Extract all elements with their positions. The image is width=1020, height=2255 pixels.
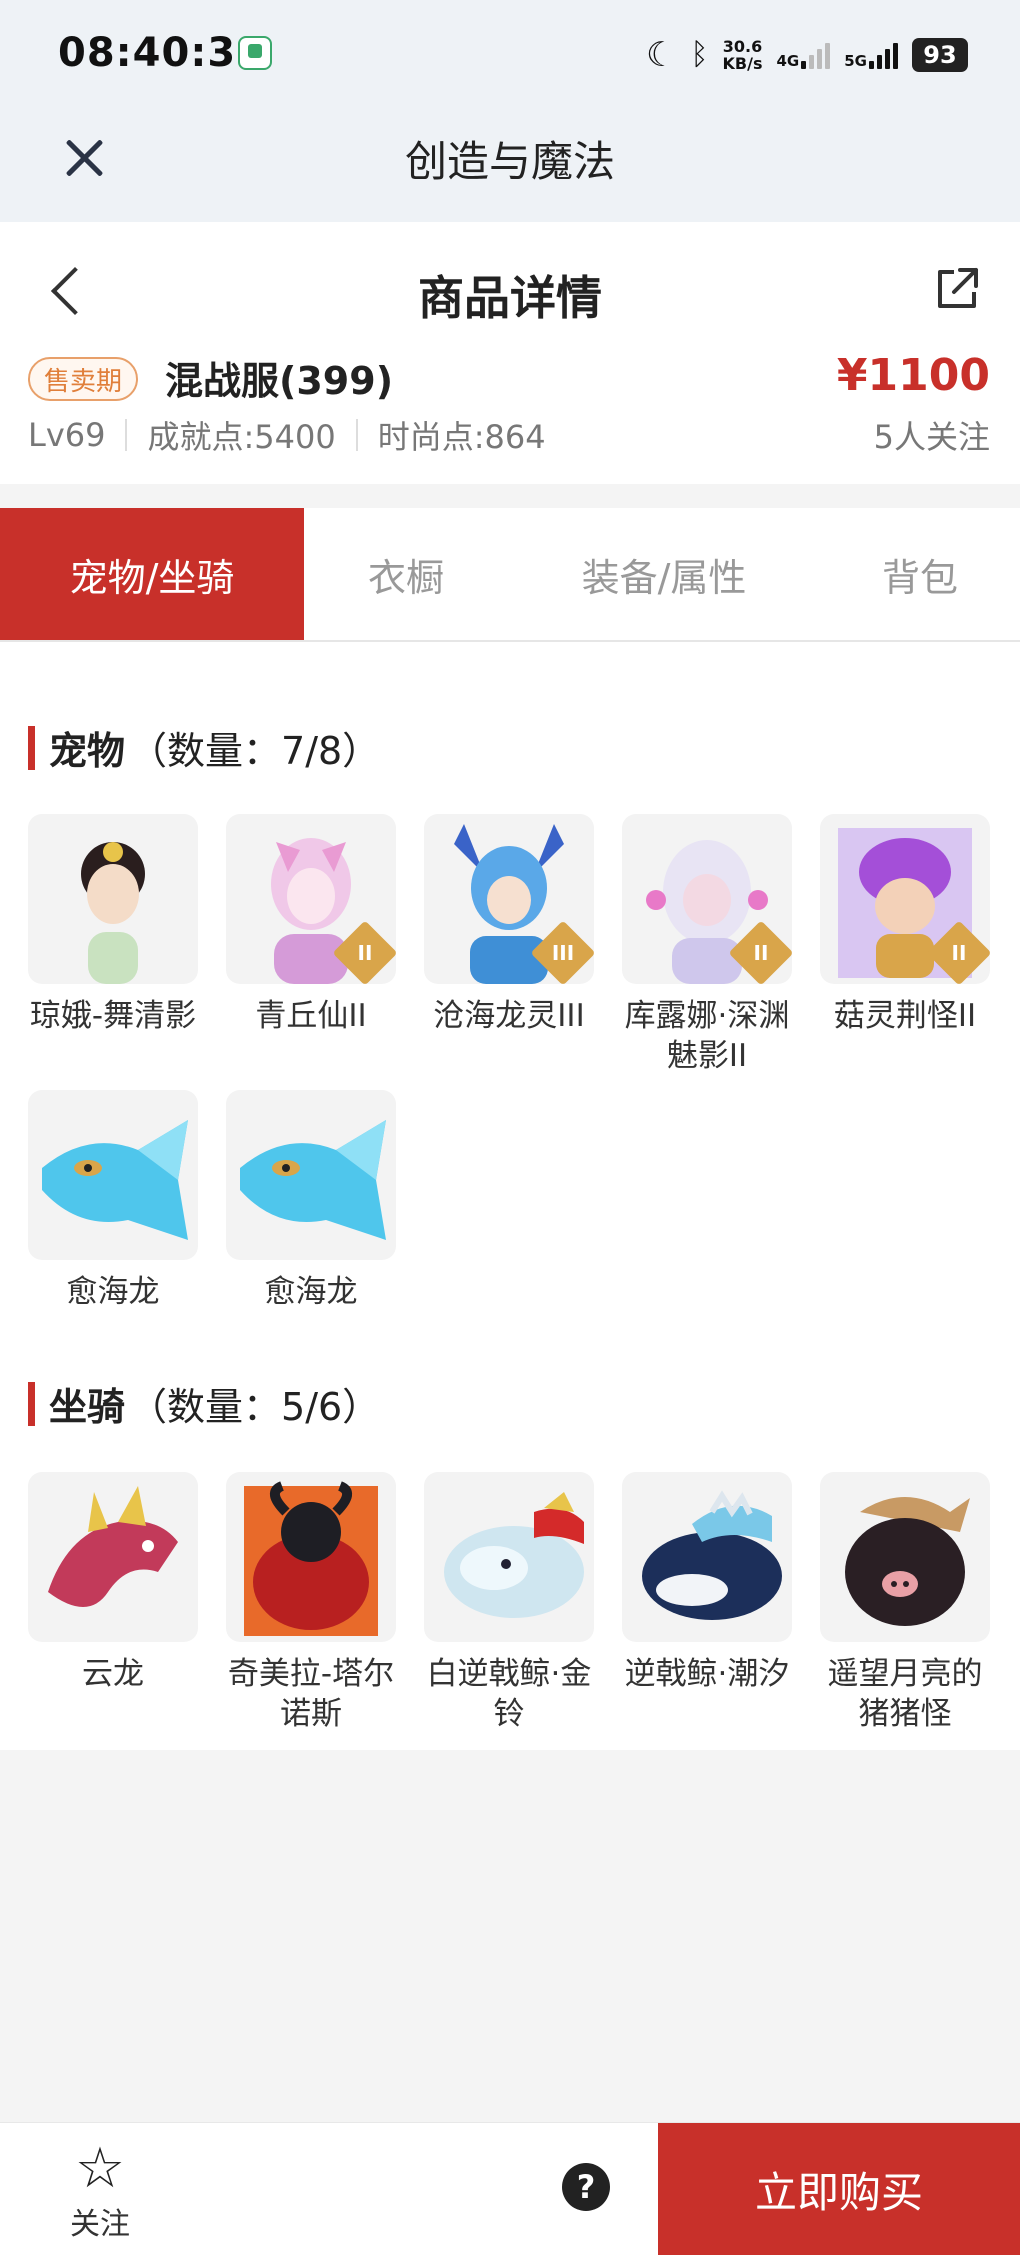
product-header: 商品详情 售卖期 混战服(399) ¥1100 Lv69 成就点:5400 时尚…: [0, 222, 1020, 484]
pet-name: 青丘仙II: [255, 998, 367, 1034]
mount-name: 奇美拉-塔尔诺斯: [227, 1656, 395, 1732]
mounts-count: （数量：5/6）: [129, 1385, 381, 1429]
pet-thumbnail: III: [424, 814, 594, 984]
account-stats: Lv69 成就点:5400 时尚点:864: [28, 412, 546, 458]
star-icon: ☆: [74, 2136, 126, 2201]
follow-button[interactable]: ☆ 关注: [50, 2139, 150, 2249]
pet-thumbnail: [28, 814, 198, 984]
mount-name: 遥望月亮的猪猪怪: [827, 1656, 983, 1732]
mount-name: 逆戟鲸·潮汐: [624, 1656, 790, 1692]
follower-count: 5人关注: [873, 418, 990, 456]
page-title: 商品详情: [418, 271, 602, 325]
pet-item[interactable]: II 菇灵荆怪II: [820, 814, 990, 1036]
grade-badge: II: [926, 920, 990, 984]
pet-item[interactable]: III 沧海龙灵III: [424, 814, 594, 1036]
tab-equipment-attributes[interactable]: 装备/属性: [508, 508, 820, 640]
mount-thumbnail: [424, 1472, 594, 1642]
status-bar: 08:40:36 ☾ ᛒ 30.6 KB/s 4G 5G 93: [0, 0, 1020, 110]
achievement-points: 成就点:5400: [147, 418, 336, 456]
server-name: 混战服(399): [165, 359, 394, 403]
section-marker: [28, 1381, 35, 1426]
pets-section-title: 宠物 （数量：7/8）: [28, 720, 380, 775]
mount-thumbnail: [622, 1472, 792, 1642]
signal-bars-icon: [869, 41, 898, 69]
app-notification-icon: [238, 36, 272, 70]
pet-name: 菇灵荆怪II: [833, 998, 977, 1034]
mount-name: 白逆戟鲸·金铃: [426, 1656, 592, 1732]
mount-item[interactable]: 奇美拉-塔尔诺斯: [226, 1472, 396, 1734]
mount-item[interactable]: 白逆戟鲸·金铃: [424, 1472, 594, 1734]
net-speed: 30.6 KB/s: [722, 37, 763, 73]
mount-item[interactable]: 逆戟鲸·潮汐: [622, 1472, 792, 1694]
mount-thumbnail: [226, 1472, 396, 1642]
pet-thumbnail: [226, 1090, 396, 1260]
grade-badge: II: [332, 920, 396, 984]
pet-name: 愈海龙: [66, 1274, 160, 1310]
status-icons: ☾ ᛒ 30.6 KB/s 4G 5G 93: [646, 30, 968, 80]
pet-item[interactable]: II 青丘仙II: [226, 814, 396, 1036]
pet-name: 愈海龙: [264, 1274, 358, 1310]
pet-item[interactable]: 琼娥-舞清影: [28, 814, 198, 1036]
follow-label: 关注: [70, 2207, 130, 2242]
pet-thumbnail: II: [622, 814, 792, 984]
status-badge: 售卖期: [28, 357, 139, 401]
pet-name: 琼娥-舞清影: [29, 998, 197, 1034]
battery-indicator: 93: [912, 38, 968, 72]
pet-item[interactable]: 愈海龙: [226, 1090, 396, 1312]
tab-content: 宠物 （数量：7/8） 琼娥-舞清影 II 青丘仙II III 沧海龙灵III …: [0, 642, 1020, 1750]
mount-thumbnail: [820, 1472, 990, 1642]
fashion-points: 时尚点:864: [377, 418, 546, 456]
tab-pets-mounts[interactable]: 宠物/坐骑: [0, 508, 304, 640]
price: ¥1100: [836, 350, 990, 401]
app-title: 创造与魔法: [404, 137, 615, 186]
pet-name: 沧海龙灵III: [433, 998, 585, 1034]
pet-thumbnail: II: [226, 814, 396, 984]
mount-name: 云龙: [82, 1656, 144, 1692]
mounts-section-title: 坐骑 （数量：5/6）: [28, 1376, 380, 1431]
signal-bars-icon: [801, 41, 831, 69]
tab-bar: 宠物/坐骑 衣橱 装备/属性 背包: [0, 508, 1020, 642]
pet-thumbnail: [28, 1090, 198, 1260]
grade-badge: II: [728, 920, 792, 984]
section-marker: [28, 725, 35, 770]
status-time: 08:40:36: [58, 30, 265, 76]
tab-backpack[interactable]: 背包: [820, 508, 1020, 640]
app-titlebar: 创造与魔法: [0, 110, 1020, 222]
mount-item[interactable]: 遥望月亮的猪猪怪: [820, 1472, 990, 1734]
pet-item[interactable]: 愈海龙: [28, 1090, 198, 1312]
signal-4g: 4G: [777, 41, 831, 69]
level: Lv69: [28, 416, 106, 454]
help-icon[interactable]: ?: [562, 2163, 610, 2211]
pet-thumbnail: II: [820, 814, 990, 984]
bottom-action-bar: ☆ 关注 ? 立即购买: [0, 2122, 1020, 2255]
mount-thumbnail: [28, 1472, 198, 1642]
pet-item[interactable]: II 库露娜·深渊魅影II: [622, 814, 792, 1076]
share-icon[interactable]: [932, 264, 982, 314]
grade-badge: III: [530, 920, 594, 984]
pets-count: （数量：7/8）: [129, 729, 381, 773]
tab-wardrobe[interactable]: 衣橱: [304, 508, 508, 640]
divider: [355, 419, 358, 451]
signal-5g: 5G: [844, 41, 898, 69]
buy-now-button[interactable]: 立即购买: [658, 2123, 1020, 2255]
do-not-disturb-moon-icon: ☾: [646, 35, 677, 75]
pet-name: 库露娜·深渊魅影II: [624, 998, 790, 1074]
mount-item[interactable]: 云龙: [28, 1472, 198, 1694]
divider: [125, 419, 128, 451]
bluetooth-icon: ᛒ: [690, 37, 709, 72]
